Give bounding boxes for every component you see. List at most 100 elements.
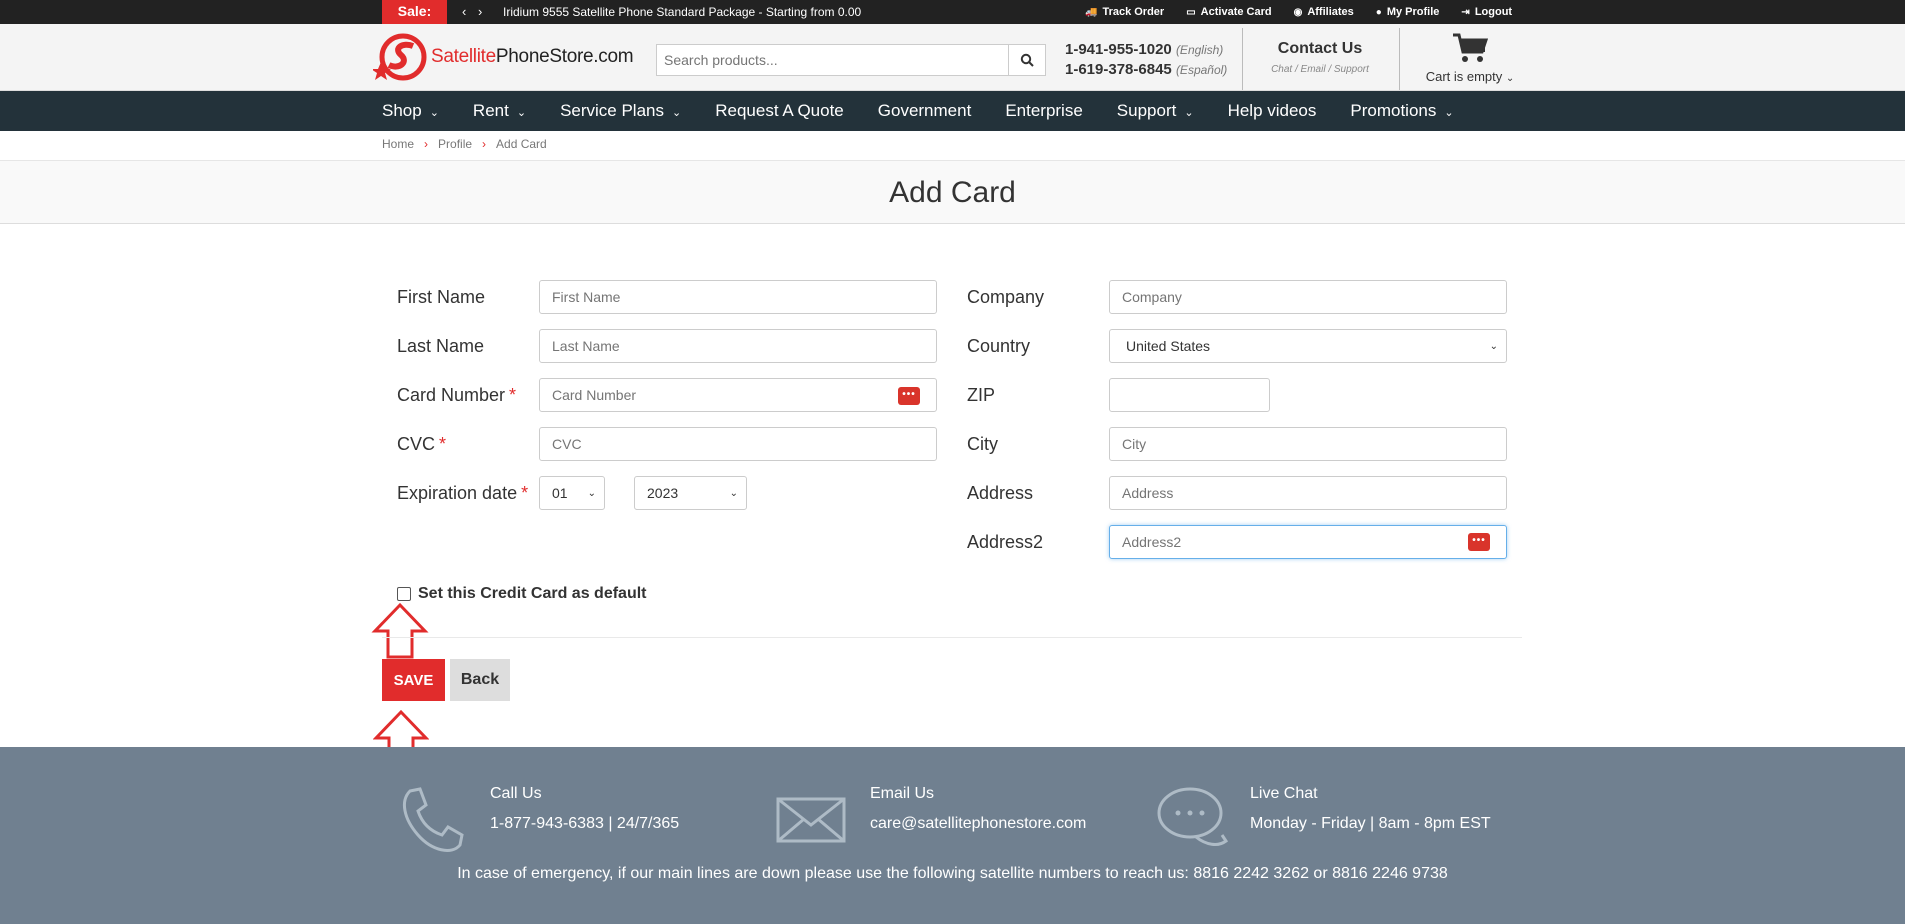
logout-icon: ⇥ <box>1461 7 1470 18</box>
default-card-checkbox[interactable] <box>397 587 411 601</box>
sale-arrows[interactable]: ‹ › <box>462 0 486 24</box>
exp-month-select[interactable]: 01 ⌄ <box>539 476 605 510</box>
company-input[interactable] <box>1109 280 1507 314</box>
required-mark: * <box>439 434 447 454</box>
activate-card-link[interactable]: ▭ Activate Card <box>1186 6 1271 18</box>
live-chat-value[interactable]: Monday - Friday | 8am - 8pm EST <box>1250 815 1491 833</box>
address-input[interactable] <box>1109 476 1507 510</box>
card-number-label: Card Number * <box>397 385 517 405</box>
password-manager-icon[interactable]: ••• <box>898 387 920 405</box>
address2-label: Address2 <box>967 532 1044 552</box>
top-links: 🚚 Track Order ▭ Activate Card ◉ Affiliates … <box>1085 0 1512 24</box>
header-divider <box>1399 28 1400 90</box>
chevron-down-icon: ⌄ <box>516 107 527 119</box>
chevron-down-icon: ⌄ <box>672 107 682 119</box>
chat-bubbles-icon <box>1157 787 1229 846</box>
city-label: City <box>967 434 998 454</box>
envelope-icon <box>776 797 846 843</box>
required-mark: * <box>521 483 529 503</box>
nav-item-shop[interactable]: Shop ⌄ <box>382 101 439 121</box>
breadcrumb-profile[interactable]: Profile <box>438 137 472 151</box>
first-name-input[interactable] <box>539 280 937 314</box>
email-us-block: Email Us care@satellitephonestore.com <box>870 785 1086 833</box>
back-button[interactable]: Back <box>450 659 510 701</box>
nav-item-request-quote[interactable]: Request A Quote <box>715 101 844 121</box>
contact-subtitle: Chat / Email / Support <box>1271 64 1369 75</box>
breadcrumb-home[interactable]: Home <box>382 137 414 151</box>
chevron-down-icon: ⌄ <box>1505 73 1515 84</box>
page-title-bar: Add Card <box>0 160 1905 224</box>
search-button[interactable] <box>1008 45 1045 75</box>
exp-year-select[interactable]: 2023 ⌄ <box>634 476 747 510</box>
logout-link[interactable]: ⇥ Logout <box>1461 6 1512 18</box>
call-us-block: Call Us 1-877-943-6383 | 24/7/365 <box>490 785 679 833</box>
nav-items: Shop ⌄ Rent ⌄ Service Plans ⌄ Request A Quo… <box>382 91 1488 131</box>
call-us-value[interactable]: 1-877-943-6383 | 24/7/365 <box>490 815 679 833</box>
address-label: Address <box>967 483 1034 503</box>
city-input[interactable] <box>1109 427 1507 461</box>
nav-item-support[interactable]: Support ⌄ <box>1117 101 1194 121</box>
phone-english[interactable]: 1-941-955-1020 (English) <box>1065 40 1227 60</box>
country-select[interactable]: United States ⌄ <box>1109 329 1507 363</box>
up-arrow-annotation-icon <box>371 602 429 659</box>
company-label: Company <box>967 287 1045 307</box>
user-icon: ● <box>1375 7 1382 18</box>
chevron-down-icon: ⌄ <box>587 487 596 499</box>
first-name-label: First Name <box>397 287 486 307</box>
live-chat-title: Live Chat <box>1250 785 1318 802</box>
address2-input[interactable] <box>1109 525 1507 559</box>
nav-item-enterprise[interactable]: Enterprise <box>1005 101 1082 121</box>
nav-item-service-plans[interactable]: Service Plans ⌄ <box>560 101 681 121</box>
chevron-down-icon: ⌄ <box>729 487 738 499</box>
form-divider <box>382 637 1522 638</box>
chevron-down-icon: ⌄ <box>1444 107 1454 119</box>
save-button[interactable]: SAVE <box>382 659 445 701</box>
nav-item-rent[interactable]: Rent ⌄ <box>473 101 526 121</box>
live-chat-block: Live Chat Monday - Friday | 8am - 8pm ES… <box>1250 785 1491 833</box>
cvc-input[interactable] <box>539 427 937 461</box>
page-title: Add Card <box>889 176 1016 209</box>
search-box <box>656 44 1046 76</box>
nav-item-help-videos[interactable]: Help videos <box>1228 101 1317 121</box>
track-order-link[interactable]: 🚚 Track Order <box>1085 6 1164 18</box>
header-divider <box>1242 28 1243 90</box>
phone-numbers: 1-941-955-1020 (English) 1-619-378-6845 … <box>1065 40 1227 80</box>
site-footer: Call Us 1-877-943-6383 | 24/7/365 Email … <box>0 747 1905 924</box>
nav-item-government[interactable]: Government <box>878 101 972 121</box>
zip-input[interactable] <box>1109 378 1270 412</box>
zip-label: ZIP <box>967 385 996 405</box>
sale-bar: Sale: ‹ › Iridium 9555 Satellite Phone S… <box>0 0 1905 24</box>
sale-text[interactable]: Iridium 9555 Satellite Phone Standard Pa… <box>503 0 861 24</box>
last-name-input[interactable] <box>539 329 937 363</box>
contact-us-link[interactable]: Contact Us Chat / Email / Support <box>1244 40 1396 75</box>
cvc-label: CVC * <box>397 434 447 454</box>
search-icon <box>1020 53 1034 67</box>
email-us-title: Email Us <box>870 785 935 802</box>
last-name-label: Last Name <box>397 336 485 356</box>
required-mark: * <box>509 385 517 405</box>
chevron-down-icon: ⌄ <box>1184 107 1194 119</box>
nav-item-promotions[interactable]: Promotions ⌄ <box>1350 101 1453 121</box>
logo-text: SatellitePhoneStore.com <box>431 46 634 67</box>
password-manager-icon[interactable]: ••• <box>1468 533 1490 551</box>
logo-mark-icon <box>371 32 429 82</box>
cart-widget[interactable]: Cart is empty ⌄ <box>1420 32 1520 84</box>
truck-icon: 🚚 <box>1085 7 1098 18</box>
breadcrumb-separator-icon: › <box>424 137 429 151</box>
site-logo[interactable]: SatellitePhoneStore.com <box>371 32 634 82</box>
phone-icon <box>402 787 464 852</box>
site-header: SatellitePhoneStore.com 1-941-955-1020 (… <box>0 24 1905 91</box>
chevron-down-icon: ⌄ <box>1489 340 1498 352</box>
emergency-notice: In case of emergency, if our main lines … <box>457 865 1448 882</box>
search-input[interactable] <box>657 45 1007 75</box>
breadcrumb-current: Add Card <box>496 137 547 151</box>
default-card-option[interactable]: Set this Credit Card as default <box>397 585 647 603</box>
card-number-input[interactable] <box>539 378 937 412</box>
country-label: Country <box>967 336 1031 356</box>
cart-label: Cart is empty <box>1425 69 1503 84</box>
my-profile-link[interactable]: ● My Profile <box>1376 6 1440 18</box>
affiliates-link[interactable]: ◉ Affiliates <box>1294 6 1354 18</box>
expiration-label: Expiration date * <box>397 483 529 503</box>
email-us-value[interactable]: care@satellitephonestore.com <box>870 815 1086 833</box>
phone-spanish[interactable]: 1-619-378-6845 (Español) <box>1065 60 1227 80</box>
